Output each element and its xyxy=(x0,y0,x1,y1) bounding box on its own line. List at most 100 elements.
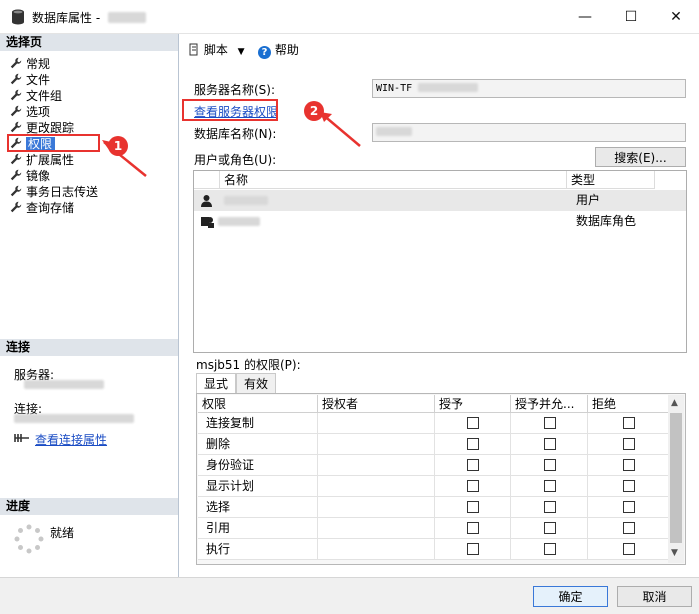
permission-checkbox-cell xyxy=(435,455,511,476)
permission-checkbox[interactable] xyxy=(622,438,635,450)
tab-explicit[interactable]: 显式 xyxy=(196,373,237,394)
permission-checkbox[interactable] xyxy=(467,417,479,429)
permission-name: 显示计划 xyxy=(198,476,318,497)
permission-checkbox-cell xyxy=(511,518,588,539)
permission-checkbox[interactable] xyxy=(467,501,479,513)
redacted-db-name xyxy=(107,12,146,23)
wrench-icon xyxy=(10,153,22,165)
permission-checkbox[interactable] xyxy=(543,522,556,534)
permission-checkbox[interactable] xyxy=(467,459,479,471)
permission-checkbox[interactable] xyxy=(467,480,479,492)
permissions-column-header[interactable]: 拒绝 xyxy=(588,395,669,413)
view-connection-properties-link[interactable]: 查看连接属性 xyxy=(35,431,107,448)
redacted-connection xyxy=(14,414,134,423)
nav-item[interactable]: 文件 xyxy=(10,72,50,88)
title-bar: 数据库属性 - — ☐ ✕ xyxy=(0,0,699,34)
permission-name: 执行 xyxy=(198,539,318,560)
help-button[interactable]: ? 帮助 xyxy=(258,41,299,59)
permission-checkbox[interactable] xyxy=(622,543,635,555)
server-name-field[interactable]: WIN-TF xyxy=(372,79,686,98)
permission-checkbox-cell xyxy=(435,413,511,434)
grantor-cell xyxy=(318,518,435,539)
db-name-field[interactable] xyxy=(372,123,686,142)
permissions-column-header[interactable]: 授权者 xyxy=(318,395,435,413)
wrench-icon xyxy=(10,185,22,197)
list-item[interactable]: 用户 xyxy=(194,190,686,211)
permission-checkbox[interactable] xyxy=(622,480,635,492)
scroll-up-icon[interactable]: ▲ xyxy=(671,398,678,408)
permission-checkbox[interactable] xyxy=(543,543,556,555)
nav-item[interactable]: 扩展属性 xyxy=(10,152,74,168)
permission-checkbox[interactable] xyxy=(622,459,635,471)
list-item[interactable]: 数据库角色 xyxy=(194,211,686,232)
permission-checkbox[interactable] xyxy=(543,417,556,429)
ok-button[interactable]: 确定 xyxy=(533,586,608,607)
permission-checkbox-cell xyxy=(588,455,669,476)
redacted-db-name-value xyxy=(376,127,412,136)
scroll-down-icon[interactable]: ▼ xyxy=(671,548,678,558)
permission-checkbox[interactable] xyxy=(622,522,635,534)
permission-checkbox[interactable] xyxy=(543,480,556,492)
users-roles-list[interactable]: 名称 类型 用户 数据库角色 xyxy=(193,170,687,353)
close-button[interactable]: ✕ xyxy=(653,0,699,33)
search-button[interactable]: 搜索(E)... xyxy=(595,147,686,167)
maximize-button[interactable]: ☐ xyxy=(608,0,654,33)
wrench-icon xyxy=(10,105,22,117)
permission-checkbox[interactable] xyxy=(543,501,556,513)
script-icon xyxy=(189,43,198,56)
nav-item[interactable]: 选项 xyxy=(10,104,50,120)
permission-name: 身份验证 xyxy=(198,455,318,476)
scroll-thumb[interactable] xyxy=(670,413,682,543)
permission-name: 连接复制 xyxy=(198,413,318,434)
permission-name: 删除 xyxy=(198,434,318,455)
permission-checkbox[interactable] xyxy=(543,459,556,471)
nav-item-label: 扩展属性 xyxy=(26,153,75,167)
nav-item[interactable]: 镜像 xyxy=(10,168,50,184)
grantor-cell xyxy=(318,455,435,476)
permission-checkbox[interactable] xyxy=(467,543,479,555)
script-button[interactable]: 脚本 ▼ xyxy=(188,41,245,58)
vertical-scrollbar[interactable]: ▲ ▼ xyxy=(668,395,684,563)
permission-checkbox-cell xyxy=(588,413,669,434)
list-header-name[interactable]: 名称 xyxy=(220,171,567,189)
permission-checkbox-cell xyxy=(435,434,511,455)
permissions-column-header[interactable]: 权限 xyxy=(198,395,318,413)
nav-item-label: 查询存储 xyxy=(26,201,75,215)
permission-checkbox[interactable] xyxy=(467,522,479,534)
annotation-arrow-2 xyxy=(320,112,361,147)
permission-checkbox[interactable] xyxy=(622,501,635,513)
db-name-label: 数据库名称(N): xyxy=(194,127,277,141)
database-icon xyxy=(12,9,24,25)
redacted-server-name xyxy=(418,83,479,92)
minimize-button[interactable]: — xyxy=(562,0,608,33)
redacted-role-name xyxy=(218,217,260,226)
nav-item[interactable]: 查询存储 xyxy=(10,200,74,216)
role-icon xyxy=(201,217,214,228)
permission-checkbox[interactable] xyxy=(543,438,556,450)
permissions-for-label: msjb51 的权限(P): xyxy=(196,358,301,372)
permission-checkbox-cell xyxy=(435,497,511,518)
permissions-column-header[interactable]: 授予 xyxy=(435,395,511,413)
nav-item[interactable]: 文件组 xyxy=(10,88,62,104)
permission-checkbox-cell xyxy=(588,497,669,518)
wrench-icon xyxy=(10,89,22,101)
annotation-box-server-permissions xyxy=(182,99,278,121)
permission-checkbox-cell xyxy=(511,539,588,560)
nav-item[interactable]: 常规 xyxy=(10,56,50,72)
wrench-icon xyxy=(10,201,22,213)
list-item-type: 数据库角色 xyxy=(576,214,637,228)
cancel-button[interactable]: 取消 xyxy=(617,586,692,607)
permission-checkbox-cell xyxy=(588,476,669,497)
nav-item-label: 常规 xyxy=(26,57,51,71)
permissions-grid[interactable]: 权限 授权者 授予 授予并允... 拒绝 连接复制 删除 身份验证 显示计划 选择 引用 执行 ▲ … xyxy=(196,393,686,565)
tab-effective[interactable]: 有效 xyxy=(236,373,277,394)
permission-checkbox-cell xyxy=(435,539,511,560)
list-header-type[interactable]: 类型 xyxy=(567,171,655,189)
permission-checkbox-cell xyxy=(435,518,511,539)
permissions-column-header[interactable]: 授予并允... xyxy=(511,395,588,413)
permission-checkbox[interactable] xyxy=(622,417,635,429)
nav-item[interactable]: 事务日志传送 xyxy=(10,184,98,200)
user-icon xyxy=(201,195,212,207)
permission-checkbox[interactable] xyxy=(467,438,479,450)
nav-item-label: 文件组 xyxy=(26,89,63,103)
